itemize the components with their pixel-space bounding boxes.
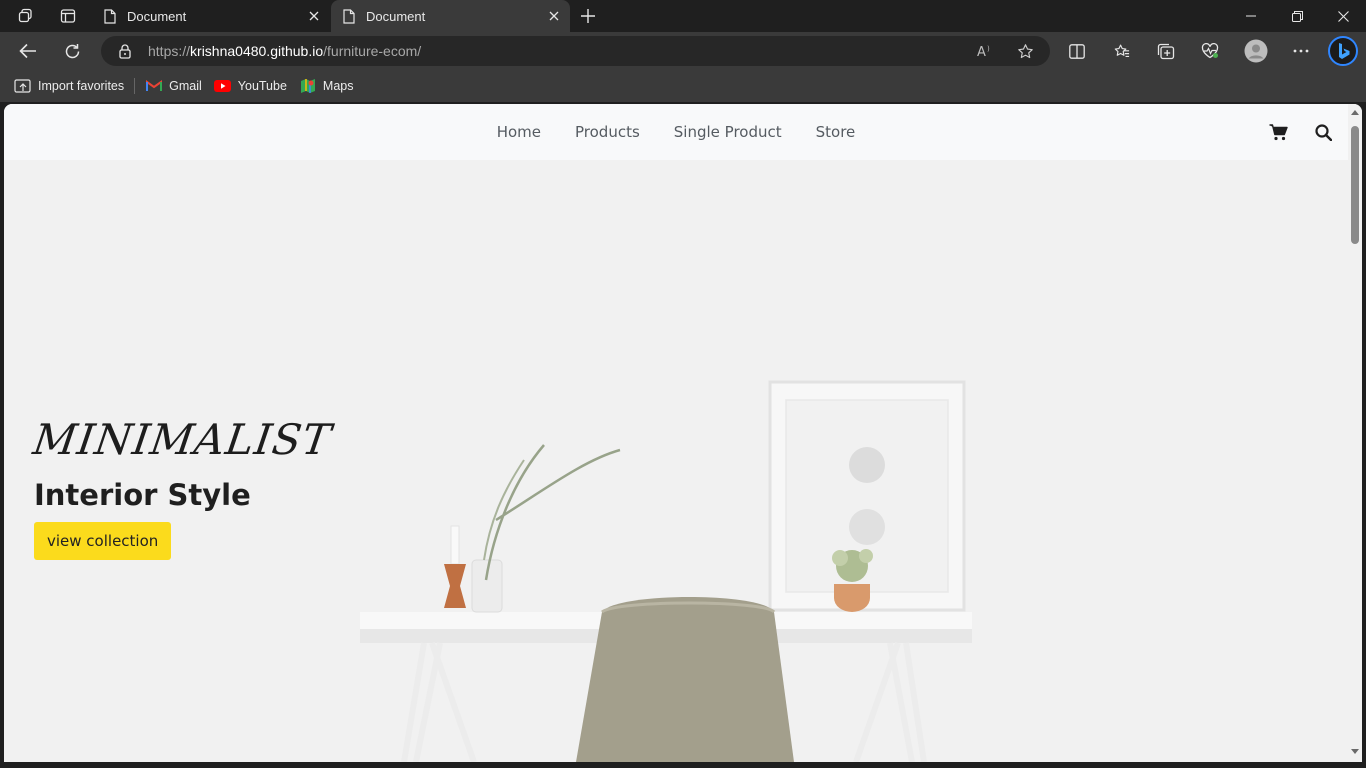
address-bar[interactable]: https://krishna0480.github.io/furniture-…: [101, 36, 1050, 66]
back-arrow-icon[interactable]: [10, 32, 46, 70]
tab-actions-icon[interactable]: [52, 0, 84, 32]
import-favorites-icon: [14, 78, 32, 94]
collections-icon[interactable]: [1148, 32, 1184, 70]
hero-subtitle: Interior Style: [34, 478, 251, 512]
hero-script-title: MINIMALIST: [30, 415, 335, 464]
maps-icon: [299, 78, 317, 94]
url-path: /furniture-ecom/: [323, 43, 422, 59]
favorite-youtube[interactable]: YouTube: [208, 74, 293, 98]
address-row: https://krishna0480.github.io/furniture-…: [0, 32, 1366, 70]
tab-title: Document: [127, 8, 187, 24]
search-icon[interactable]: [1312, 121, 1334, 143]
scroll-up-arrow-icon[interactable]: [1351, 108, 1359, 116]
site-navbar: Home Products Single Product Store: [4, 104, 1348, 160]
split-screen-icon[interactable]: [1059, 32, 1095, 70]
scrollbar-thumb[interactable]: [1351, 126, 1359, 244]
profile-avatar-icon[interactable]: [1238, 32, 1274, 70]
close-window-icon[interactable]: [1320, 0, 1366, 32]
nav-link-products[interactable]: Products: [558, 123, 657, 141]
favorite-star-icon[interactable]: [1010, 36, 1040, 66]
url-text: https://krishna0480.github.io/furniture-…: [148, 43, 421, 59]
favorite-gmail[interactable]: Gmail: [139, 74, 208, 98]
url-scheme: https://: [148, 43, 191, 59]
favorites-divider: [134, 78, 136, 94]
favorite-maps[interactable]: Maps: [293, 74, 360, 98]
favorites-bar: Import favorites Gmail YouTube Maps: [0, 70, 1366, 102]
favorite-import-favorites[interactable]: Import favorites: [8, 74, 130, 98]
page-viewport: Home Products Single Product Store MINIM…: [4, 104, 1362, 762]
hero-banner: MINIMALIST Interior Style view collectio…: [4, 160, 1348, 762]
gmail-icon: [145, 78, 163, 94]
tab-document-2[interactable]: Document: [331, 0, 570, 32]
tab-bar: Document Document: [0, 0, 1366, 32]
favorite-label: YouTube: [237, 79, 287, 93]
favorite-label: Gmail: [169, 79, 202, 93]
nav-link-home[interactable]: Home: [480, 123, 558, 141]
tab-title: Document: [366, 8, 426, 24]
more-options-icon[interactable]: [1283, 32, 1319, 70]
nav-link-store[interactable]: Store: [799, 123, 873, 141]
svg-text:A: A: [977, 45, 986, 58]
view-collection-button[interactable]: view collection: [34, 522, 172, 560]
bing-copilot-icon[interactable]: [1325, 32, 1361, 70]
new-tab-icon[interactable]: [574, 0, 602, 32]
url-host: krishna0480.github.io: [190, 43, 324, 59]
scroll-down-arrow-icon[interactable]: [1351, 748, 1359, 756]
youtube-icon: [214, 78, 232, 94]
favorites-icon[interactable]: [1104, 32, 1140, 70]
refresh-icon[interactable]: [54, 32, 90, 70]
document-icon: [103, 8, 117, 24]
minimize-icon[interactable]: [1228, 0, 1274, 32]
tab-document-1[interactable]: Document: [92, 0, 330, 32]
nav-links: Home Products Single Product Store: [4, 104, 1348, 160]
browser-essentials-icon[interactable]: [1192, 32, 1228, 70]
svg-text:): ): [987, 45, 990, 53]
document-icon: [342, 8, 356, 24]
cart-icon[interactable]: [1267, 121, 1289, 143]
favorite-label: Maps: [322, 79, 354, 93]
window-bottom-edge: [0, 762, 1366, 768]
favorite-label: Import favorites: [38, 79, 125, 93]
read-aloud-icon[interactable]: A): [971, 36, 1001, 66]
close-tab-icon[interactable]: [540, 2, 568, 30]
restore-icon[interactable]: [1274, 0, 1320, 32]
workspaces-icon[interactable]: [10, 0, 42, 32]
page-scrollbar[interactable]: [1348, 104, 1362, 762]
lock-icon[interactable]: [116, 42, 134, 60]
nav-link-single-product[interactable]: Single Product: [657, 123, 799, 141]
close-tab-icon[interactable]: [300, 2, 328, 30]
hero-text-block: MINIMALIST Interior Style view collectio…: [30, 414, 335, 560]
